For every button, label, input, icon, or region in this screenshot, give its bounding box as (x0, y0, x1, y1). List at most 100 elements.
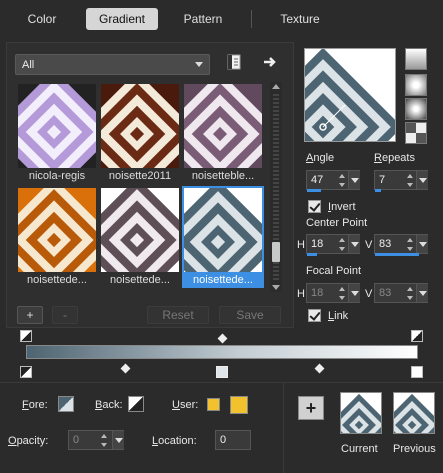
focal-h-stepper[interactable]: 18 (306, 283, 360, 303)
gradient-thumb-noisette2011[interactable]: noisette2011 (101, 84, 179, 182)
color-stop-left[interactable] (20, 366, 32, 378)
user-color-swatch[interactable] (230, 396, 248, 414)
user-label: User: (172, 399, 199, 411)
center-v-stepper[interactable]: 83 (374, 234, 428, 256)
current-gradient-swatch[interactable] (340, 392, 382, 434)
focal-v-value: 83 (379, 287, 392, 299)
thumb-image (101, 84, 179, 168)
stepper-arrows-icon[interactable] (405, 235, 415, 253)
stepper-arrows-icon[interactable] (337, 171, 347, 189)
add-to-library-button[interactable]: + (298, 396, 324, 420)
opacity-stepper[interactable]: 0 (68, 430, 124, 450)
arrow-right-icon[interactable] (262, 54, 278, 70)
focal-h-label: H (297, 288, 305, 300)
opacity-label: Opacity: (8, 435, 49, 447)
chevron-down-icon[interactable] (348, 284, 360, 302)
angle-label: Angle (306, 152, 335, 164)
divider (0, 382, 443, 383)
thumb-image (184, 84, 262, 168)
tab-gradient[interactable]: Gradient (86, 8, 158, 30)
stepper-arrows-icon[interactable] (405, 284, 415, 302)
gradient-preview[interactable] (304, 48, 396, 142)
thumb-label: noisettede... (110, 274, 170, 286)
location-value: 0 (220, 434, 227, 446)
thumb-label: noisetteble... (191, 170, 255, 182)
location-label: Location: (152, 435, 197, 447)
repeats-stepper[interactable]: 7 (374, 170, 428, 192)
link-checkbox[interactable] (308, 309, 321, 322)
angle-value: 47 (311, 174, 324, 186)
tab-color[interactable]: Color (8, 8, 76, 30)
category-dropdown-value: All (22, 58, 35, 71)
stepper-arrows-icon[interactable] (405, 171, 415, 189)
location-field[interactable]: 0 (215, 430, 251, 450)
thumb-label: nicola-regis (28, 170, 86, 182)
radial-gradient-style-button[interactable] (405, 122, 427, 144)
gradient-thumb-noisettede-3[interactable]: noisettede... (182, 186, 264, 288)
center-v-slider-bar[interactable] (375, 253, 419, 256)
focal-v-label: V (365, 288, 373, 300)
chevron-down-icon[interactable] (348, 235, 360, 253)
stepper-arrows-icon[interactable] (337, 284, 347, 302)
previous-gradient-swatch[interactable] (393, 392, 435, 434)
stepper-arrows-icon[interactable] (99, 431, 109, 449)
thumb-image (101, 188, 179, 272)
chevron-down-icon[interactable] (416, 284, 428, 302)
back-label: Back: (95, 399, 123, 411)
chevron-down-icon (195, 62, 203, 67)
repeats-label: Repeats (374, 152, 415, 164)
gradient-thumb-noisettede-1[interactable]: noisettede... (18, 188, 96, 286)
scroll-down-icon[interactable] (272, 285, 280, 290)
scroll-thumb[interactable] (272, 242, 280, 262)
gradient-thumb-noisetteble[interactable]: noisetteble... (184, 84, 262, 182)
current-label: Current (341, 443, 378, 455)
center-h-stepper[interactable]: 18 (306, 234, 360, 256)
user-color-swatch-small[interactable] (207, 398, 220, 411)
linear-gradient-style-button[interactable] (405, 48, 427, 70)
fore-color-swatch[interactable] (58, 396, 74, 412)
center-h-slider-bar[interactable] (307, 253, 317, 256)
opacity-stop-right[interactable] (411, 330, 423, 342)
chevron-down-icon[interactable] (348, 171, 360, 189)
angle-slider-bar[interactable] (307, 189, 321, 192)
center-h-label: H (297, 239, 305, 251)
color-stop-middle[interactable] (216, 366, 228, 378)
center-h-value: 18 (311, 238, 324, 250)
thumb-label: noisette2011 (108, 170, 172, 182)
back-color-swatch[interactable] (128, 396, 144, 412)
thumb-image (18, 84, 96, 168)
thumb-label: noisettede... (193, 274, 253, 286)
chevron-down-icon[interactable] (112, 431, 124, 449)
thumb-label: noisettede... (27, 274, 87, 286)
divider-vertical (283, 383, 284, 473)
focal-v-stepper[interactable]: 83 (374, 283, 428, 303)
focal-point-label: Focal Point (306, 265, 362, 277)
sunburst-gradient-style-button[interactable] (405, 98, 427, 120)
tab-pattern[interactable]: Pattern (168, 8, 238, 30)
gradient-thumb-noisettede-2[interactable]: noisettede... (101, 188, 179, 286)
gradient-thumb-nicola-regis[interactable]: nicola-regis (18, 84, 96, 182)
opacity-stop-left[interactable] (20, 330, 32, 342)
chevron-down-icon[interactable] (416, 235, 428, 253)
tab-separator (251, 10, 252, 28)
chevron-down-icon[interactable] (416, 171, 428, 189)
thumb-image (184, 188, 262, 272)
category-dropdown[interactable]: All (15, 54, 210, 75)
opacity-value: 0 (73, 434, 80, 446)
tab-texture[interactable]: Texture (264, 8, 336, 30)
repeats-value: 7 (379, 174, 386, 186)
link-label: Link (328, 310, 349, 322)
invert-checkbox[interactable] (308, 200, 321, 213)
center-v-value: 83 (379, 238, 392, 250)
repeats-slider-bar[interactable] (375, 189, 381, 192)
rectangular-gradient-style-button[interactable] (405, 74, 427, 96)
stepper-arrows-icon[interactable] (337, 235, 347, 253)
gradient-file-icon[interactable] (226, 54, 242, 70)
gradient-bar[interactable] (26, 345, 418, 359)
previous-label: Previous (393, 443, 436, 455)
scroll-up-icon[interactable] (272, 84, 280, 89)
color-stop-right[interactable] (411, 366, 423, 378)
library-scrollbar[interactable] (270, 82, 282, 292)
angle-stepper[interactable]: 47 (306, 170, 360, 192)
invert-label: Invert (328, 201, 356, 213)
